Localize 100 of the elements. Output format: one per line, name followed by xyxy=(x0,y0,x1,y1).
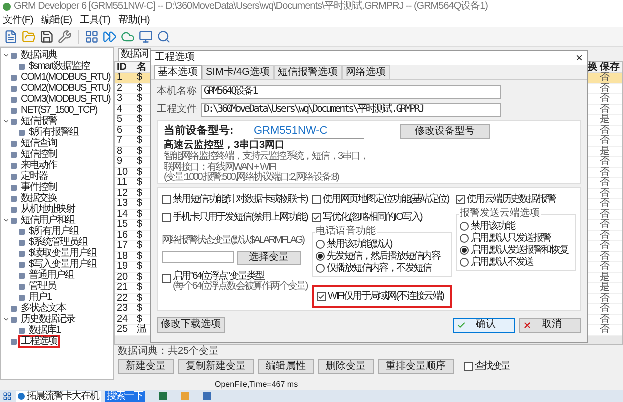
tree-item[interactable]: COM2(MODBUS_RTU) xyxy=(18,82,113,95)
start-icon[interactable] xyxy=(3,392,12,400)
tree-item[interactable]: 数据词典 xyxy=(18,49,60,62)
search-icon[interactable] xyxy=(157,30,171,44)
confirm-button[interactable]: 确认 xyxy=(453,318,515,332)
cancel-button[interactable]: 取消 xyxy=(519,318,581,332)
table-cell-text: $ xyxy=(136,210,144,219)
dialog-tab[interactable]: 网络选项 xyxy=(342,65,390,79)
tree-item[interactable]: 历史数据记录 xyxy=(18,313,78,326)
table-cell-text: 17 xyxy=(116,241,130,250)
checkbox-label: 启用"64位浮点"变量类型 xyxy=(173,272,265,282)
tree-item[interactable]: 工程选项 xyxy=(18,335,60,348)
tab[interactable]: 数据词 xyxy=(118,48,151,61)
menu-item[interactable]: 文件(F) xyxy=(3,14,34,26)
alarm-variable-input[interactable] xyxy=(162,251,234,263)
text-field[interactable]: GRM564Q设备1 xyxy=(201,84,501,98)
monitor-icon[interactable] xyxy=(139,30,153,44)
tree-item[interactable]: 短信用户和组 xyxy=(18,214,78,227)
node-icon xyxy=(19,240,25,246)
table-cell-text: $ xyxy=(136,73,144,82)
radio-button[interactable] xyxy=(460,246,469,255)
table-cell-text: 否 xyxy=(600,126,611,135)
node-icon xyxy=(11,196,17,202)
checkbox-label: 使用网页地图定位功能(基站定位) xyxy=(323,192,449,207)
tree-item[interactable]: 事件控制 xyxy=(18,181,60,194)
group-title: 报警发送云端选项 xyxy=(459,209,541,219)
tree-item[interactable]: 短信控制 xyxy=(18,148,60,161)
checkbox[interactable] xyxy=(464,362,473,370)
toolbar-button[interactable]: 编辑属性 xyxy=(258,358,314,374)
table-cell-text: 否 xyxy=(600,252,611,261)
taskbar-app[interactable]: 拓晨流警卡大在机 xyxy=(16,390,101,402)
toolbar-button[interactable]: 重排变量顺序 xyxy=(378,358,454,374)
table-cell-text: $ xyxy=(136,199,144,208)
checkbox[interactable] xyxy=(317,292,326,301)
checkbox-label: 手机卡只用于发短信(禁用上网功能) xyxy=(173,210,308,225)
table-cell-text: $ xyxy=(136,188,144,198)
tree-item[interactable]: 从机地址映射 xyxy=(18,203,78,216)
table-cell-text: $ xyxy=(136,241,144,250)
tree-item[interactable]: $系统管理员组 xyxy=(26,236,91,249)
radio-button[interactable] xyxy=(316,240,325,249)
tree-item[interactable]: $读取变量用户组 xyxy=(26,247,100,260)
table-cell-text: 温 xyxy=(136,325,148,334)
tree-item[interactable]: $所有用户组 xyxy=(26,225,82,238)
tree-item[interactable]: NET(S7_1500_TCP) xyxy=(18,104,100,117)
document-icon[interactable] xyxy=(4,30,18,44)
tree-item[interactable]: 普通用户组 xyxy=(26,269,77,282)
tree-item[interactable]: 数据库1 xyxy=(26,324,64,337)
dialog-tab[interactable]: 短信报警选项 xyxy=(274,65,342,79)
save-icon[interactable] xyxy=(40,30,54,44)
change-model-button[interactable]: 修改设备型号 xyxy=(400,124,490,139)
radio-button[interactable] xyxy=(316,264,325,273)
toolbar-button[interactable]: 新建变量 xyxy=(118,358,174,374)
grid-icon[interactable] xyxy=(85,30,99,44)
tree-item[interactable]: COM1(MODBUS_RTU) xyxy=(18,71,113,84)
tree-item[interactable]: $smart数据监控 xyxy=(26,60,93,73)
checkbox-label: 查找变量 xyxy=(475,360,510,374)
radio-button[interactable] xyxy=(316,252,325,261)
text-field[interactable]: D:\360MoveData\Users\wq\Documents\平时测试.GRMPRJ xyxy=(201,102,501,116)
tree-item[interactable]: COM3(MODBUS_RTU) xyxy=(18,93,113,106)
radio-button[interactable] xyxy=(460,258,469,267)
toolbar-button[interactable]: 删除变量 xyxy=(318,358,374,374)
tree-item[interactable]: 管理员 xyxy=(26,280,59,293)
tree-item[interactable]: 短信查询 xyxy=(18,137,60,150)
checkbox[interactable] xyxy=(162,195,171,204)
checkbox[interactable] xyxy=(312,213,321,222)
dialog-tab[interactable]: SIM卡/4G选项 xyxy=(202,65,274,79)
fast-forward-icon[interactable] xyxy=(103,30,117,44)
menu-item[interactable]: 帮助(H) xyxy=(118,14,150,26)
tree-item[interactable]: 多状态文本 xyxy=(18,302,69,315)
table-cell-text: 5 xyxy=(116,115,124,124)
table-cell-text: 14 xyxy=(116,210,130,219)
radio-button[interactable] xyxy=(460,234,469,243)
checkbox[interactable] xyxy=(312,195,321,204)
table-cell-text: $ xyxy=(136,104,144,114)
tree-item[interactable]: 用户1 xyxy=(26,291,55,304)
tree-item[interactable]: 来电动作 xyxy=(18,159,60,172)
tree-item[interactable]: 定时器 xyxy=(18,170,51,183)
cloud-icon[interactable] xyxy=(121,30,135,44)
browser-icon xyxy=(18,392,25,400)
dialog-tab[interactable]: 基本选项 xyxy=(154,65,202,79)
tree-item[interactable]: $写入变量用户组 xyxy=(26,258,100,271)
tree-item[interactable]: 数据交换 xyxy=(18,192,60,205)
checkbox[interactable] xyxy=(162,274,171,283)
tree-item[interactable]: $所有报警组 xyxy=(26,126,82,139)
download-options-button[interactable]: 修改下载选项 xyxy=(157,317,225,333)
close-button[interactable]: × xyxy=(576,52,583,64)
checkbox[interactable] xyxy=(456,195,465,204)
menu-item[interactable]: 编辑(E) xyxy=(41,14,72,26)
check-icon xyxy=(313,214,320,222)
table-cell-text: $ xyxy=(136,126,144,135)
radio-label: 禁用该功能 xyxy=(471,221,515,232)
tree-item[interactable]: 短信报警 xyxy=(18,115,60,128)
wrench-icon[interactable] xyxy=(58,30,72,44)
node-icon xyxy=(19,64,25,70)
toolbar-button[interactable]: 复制新建变量 xyxy=(178,358,254,374)
checkbox[interactable] xyxy=(162,213,171,222)
select-variable-button[interactable]: 选择变量 xyxy=(237,251,301,265)
search-button[interactable]: 搜索一下 xyxy=(105,390,145,402)
menu-item[interactable]: 工具(T) xyxy=(80,14,110,26)
radio-button[interactable] xyxy=(460,222,469,231)
